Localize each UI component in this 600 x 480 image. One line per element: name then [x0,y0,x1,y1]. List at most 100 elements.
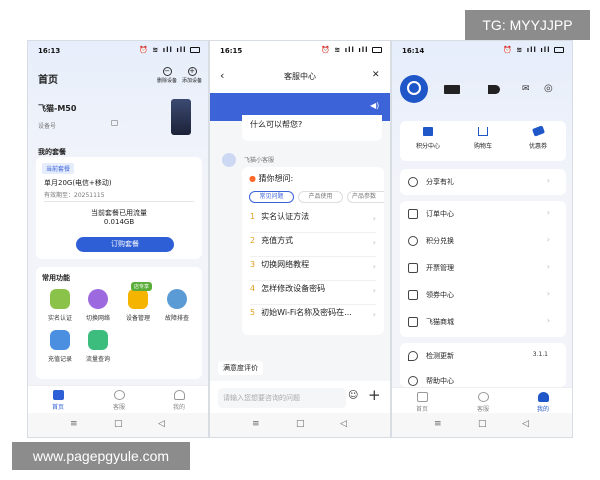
page-title: 客服中心 [284,72,316,81]
functions-card: 常用功能 实名认证 切换网络 店专享 设备管理 故障排查 充值记录 流量查询 [36,267,202,379]
back-nav-icon[interactable]: ◁ [158,419,165,429]
menu-nav-icon[interactable]: ≡ [70,419,78,429]
tab-mine[interactable]: 我的 [528,392,558,413]
usage-value: 0.014GB [103,218,135,226]
status-bar: 16:14 ⏰ ≋ ıll ıll [392,41,572,61]
plan-tag: 当前套餐 [42,163,75,174]
avatar[interactable] [400,75,428,103]
question-item[interactable]: 1 实名认证方法 › [250,211,376,233]
menu-item-points-exchange[interactable]: 积分兑换 › [400,228,558,254]
invoice-icon [408,263,418,273]
mail-icon[interactable]: ✉ [522,84,530,94]
traffic-query-icon[interactable] [88,330,108,350]
delete-device-button[interactable]: − 删除设备 [157,67,177,84]
chip-usage[interactable]: 产品使用 [298,191,343,203]
chevron-right-icon: › [372,286,376,295]
recharge-record-label[interactable]: 充值记录 [42,354,78,363]
menu-item-coupon-center[interactable]: 领券中心 › [400,282,558,308]
add-device-button[interactable]: + 添加设备 [182,67,202,84]
question-number: 5 [250,308,256,317]
switch-network-icon[interactable] [88,289,108,309]
screenshot-collage: 16:13 ⏰ ≋ ıll ıll 首页 − 删除设备 + 添加设备 飞猫-M5… [0,0,600,480]
question-item[interactable]: 4 怎样修改设备密码 › [250,283,376,305]
chip-faq[interactable]: 常见问题 [249,191,294,203]
message-input[interactable]: 请输入您想要咨询的问题 [218,388,346,408]
watermark-bottom: www.pagepgyule.com [12,442,190,470]
bot-name: 飞猫小客服 [244,157,275,164]
add-icon: + [187,67,197,76]
bot-avatar [222,153,236,167]
watermark-top: TG: MYYJJPP [465,10,590,40]
copy-icon[interactable] [111,120,118,126]
cart-entry[interactable]: 购物车 [463,127,503,150]
real-name-auth-icon[interactable] [50,289,70,309]
headset-icon [113,390,125,400]
menu-card: 订单中心 › 积分兑换 › 开票管理 › 领券中心 › 飞猫商城 › [400,201,566,337]
tab-service[interactable]: 客服 [468,392,498,413]
troubleshoot-label[interactable]: 故障排查 [159,313,195,322]
home-nav-icon[interactable]: □ [114,419,123,429]
menu-item-mall[interactable]: 飞猫商城 › [400,309,558,335]
home-nav-icon[interactable]: □ [296,419,305,429]
help-center-label: 帮助中心 [426,377,454,385]
share-card[interactable]: 分享有礼 › [400,169,566,195]
emoji-icon[interactable]: ☺ [348,390,358,401]
status-icons: ⏰ ≋ ıll ıll [139,46,200,54]
tab-mine[interactable]: 我的 [164,390,194,411]
person-icon [173,390,185,400]
tab-home[interactable]: 首页 [407,392,437,413]
device-manage-icon[interactable] [128,289,148,309]
chevron-right-icon: › [546,262,550,271]
back-nav-icon[interactable]: ◁ [340,419,347,429]
real-name-auth-label[interactable]: 实名认证 [42,313,78,322]
question-text: 怎样修改设备密码 [261,284,326,293]
question-number: 3 [250,260,256,269]
medal-icon [408,236,418,246]
input-bar: 请输入您想要咨询的问题 ☺ + [210,381,390,415]
share-row[interactable]: 分享有礼 › [400,169,558,195]
menu-item-invoice[interactable]: 开票管理 › [400,255,558,281]
back-nav-icon[interactable]: ◁ [522,419,529,429]
share-label: 分享有礼 [426,178,454,186]
plan-divider [44,201,194,202]
device-manage-label[interactable]: 设备管理 [120,313,156,322]
system-nav-bar: ≡ □ ◁ [392,413,572,437]
chevron-right-icon: › [372,214,376,223]
check-update-row[interactable]: 检测更新 3.1.1 [400,343,558,369]
question-number: 2 [250,236,256,245]
exclusive-badge: 店专享 [131,282,153,291]
coupons-entry[interactable]: 优惠券 [518,125,558,150]
switch-network-label[interactable]: 切换网络 [80,313,116,322]
question-item[interactable]: 3 切换网络教程 › [250,259,376,281]
question-item[interactable]: 2 充值方式 › [250,235,376,257]
question-item[interactable]: 5 初始Wi-Fi名称及密码在... › [250,307,376,329]
headset-icon [477,392,489,402]
close-icon[interactable]: ✕ [372,70,380,80]
tab-home[interactable]: 首页 [43,390,73,411]
points-center-entry[interactable]: 积分中心 [408,127,448,150]
order-plan-button[interactable]: 订购套餐 [76,237,174,252]
plan-card: 当前套餐 单月20G(电信+移动) 有效期至：20251115 当前套餐已用流量… [36,157,202,259]
guess-card: ● 猜你想问: 常见问题 产品使用 产品参数 1 实名认证方法 › 2 充值方式 › 3… [242,167,384,335]
menu-nav-icon[interactable]: ≡ [252,419,260,429]
menu-item-label: 订单中心 [426,210,454,218]
home-nav-icon[interactable]: □ [478,419,487,429]
settings-icon[interactable]: ◎ [544,83,553,94]
chip-params[interactable]: 产品参数 [347,191,384,203]
speaker-icon[interactable]: ◀) [370,101,379,110]
battery-icon [554,47,564,53]
menu-item-orders[interactable]: 订单中心 › [400,201,558,227]
tab-service-label: 客服 [112,404,125,411]
troubleshoot-icon[interactable] [167,289,187,309]
functions-title: 常用功能 [42,274,70,282]
satisfaction-button[interactable]: 满意度评价 [218,361,263,375]
plus-icon[interactable]: + [368,386,381,404]
device-image [171,99,191,135]
traffic-query-label[interactable]: 流量查询 [80,354,116,363]
tab-home-label: 首页 [51,404,64,411]
menu-nav-icon[interactable]: ≡ [434,419,442,429]
recharge-record-icon[interactable] [50,330,70,350]
bottom-tab-bar: 首页 客服 我的 [392,387,572,415]
tab-service[interactable]: 客服 [104,390,134,411]
chevron-right-icon: › [372,238,376,247]
